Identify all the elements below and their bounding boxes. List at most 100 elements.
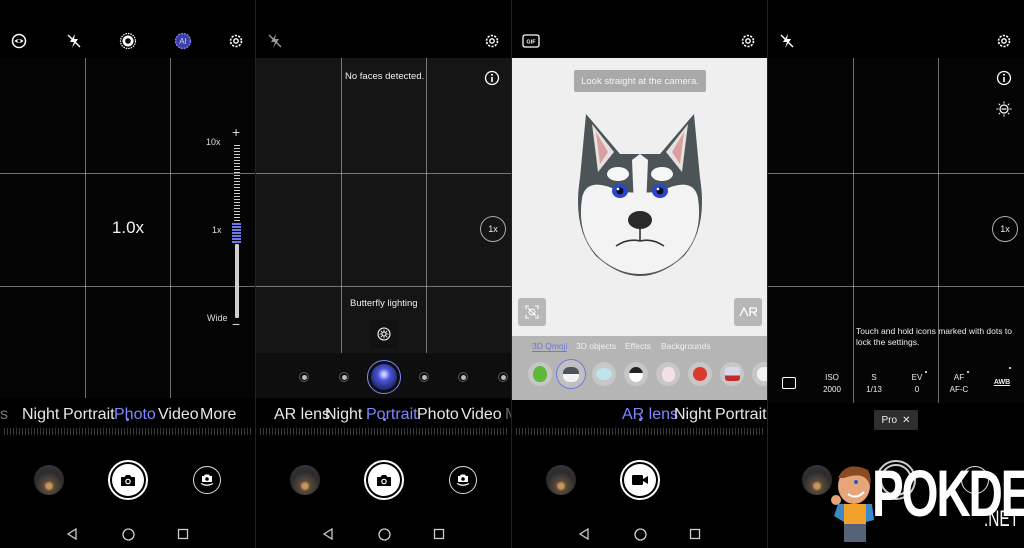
iso-setting[interactable]: ISO 2000 [812, 372, 852, 396]
grid-line [256, 286, 512, 287]
lock-dot [1009, 367, 1011, 369]
grid-line [341, 58, 342, 398]
grid-line [853, 58, 854, 403]
back-icon[interactable] [64, 526, 80, 542]
shutter-button[interactable] [364, 460, 404, 500]
close-icon[interactable]: ✕ [902, 415, 910, 426]
mode-item-ar-lens[interactable]: AR lens [274, 406, 330, 424]
info-icon[interactable] [481, 67, 503, 89]
lighting-option[interactable] [299, 372, 309, 382]
zoom-thumb[interactable] [232, 223, 241, 243]
lighting-option-selected[interactable] [367, 360, 401, 394]
aperture-icon[interactable] [117, 30, 139, 52]
mode-item[interactable]: s [0, 406, 8, 424]
mode-item-video[interactable]: Video [158, 406, 199, 424]
mode-ruler [4, 428, 252, 435]
ai-icon[interactable]: AI [172, 30, 194, 52]
husky-qmoji-avatar [578, 114, 702, 276]
mode-item-night[interactable]: Night [325, 406, 362, 424]
lighting-toggle-button[interactable] [370, 320, 398, 348]
ar-icon [739, 307, 757, 317]
back-icon[interactable] [576, 526, 592, 542]
ev-setting[interactable]: EV 0 [897, 372, 937, 396]
recents-icon[interactable] [175, 526, 191, 542]
face-detection-status: No faces detected. [345, 71, 425, 82]
metering-icon[interactable] [782, 377, 796, 389]
home-icon[interactable] [120, 526, 136, 542]
camera-icon [377, 474, 391, 486]
grid-line [0, 286, 256, 287]
af-label: AF [953, 373, 965, 382]
settings-icon[interactable] [481, 30, 503, 52]
qmoji-tomato[interactable] [688, 362, 712, 386]
mode-item-ar-lens[interactable]: AR lens [622, 406, 678, 424]
face-tracking-button[interactable] [518, 298, 546, 326]
gif-icon[interactable]: GIF [520, 30, 542, 52]
record-button[interactable] [620, 460, 660, 500]
flash-off-icon[interactable] [264, 30, 286, 52]
gallery-thumbnail[interactable] [34, 465, 64, 495]
back-icon[interactable] [320, 526, 336, 542]
ar-mode-button[interactable] [734, 298, 762, 326]
shutter-button[interactable] [108, 460, 148, 500]
info-icon[interactable] [993, 67, 1015, 89]
recents-icon[interactable] [431, 526, 447, 542]
tab-backgrounds[interactable]: Backgrounds [661, 341, 711, 351]
mode-item-night[interactable]: Night [22, 406, 59, 424]
qmoji-dinosaur[interactable] [528, 362, 552, 386]
grid-line [768, 286, 1024, 287]
home-icon[interactable] [376, 526, 392, 542]
motion-photo-icon[interactable] [8, 30, 30, 52]
settings-icon[interactable] [993, 30, 1015, 52]
switch-camera-button[interactable] [193, 466, 221, 494]
zoom-toggle-button[interactable]: 1x [992, 216, 1018, 242]
mode-item-portrait[interactable]: Portrait [366, 406, 418, 424]
mode-item-photo[interactable]: Photo [417, 406, 459, 424]
settings-icon[interactable] [737, 30, 759, 52]
lighting-effect-label: Butterfly lighting [350, 298, 418, 309]
shutter-speed-setting[interactable]: S 1/13 [854, 372, 894, 396]
zoom-track [235, 244, 239, 318]
mode-item-photo[interactable]: Photo [114, 406, 156, 424]
lighting-option[interactable] [498, 372, 508, 382]
pokde-watermark: POKDE .NET [826, 448, 1024, 548]
switch-camera-button[interactable] [449, 466, 477, 494]
mode-item-more[interactable]: More [200, 406, 236, 424]
grid-line [0, 173, 256, 174]
af-setting[interactable]: AF AF-C [939, 372, 979, 396]
lighting-option[interactable] [419, 372, 429, 382]
viewfinder[interactable] [768, 58, 1024, 403]
qmoji-penguin[interactable] [624, 362, 648, 386]
flash-off-icon[interactable] [63, 30, 85, 52]
mode-item-night[interactable]: Night [674, 406, 711, 424]
zoom-out-button[interactable]: − [232, 316, 240, 332]
top-bar: GIF [512, 0, 768, 58]
qmoji-robot[interactable] [720, 362, 744, 386]
qmoji-husky[interactable] [556, 359, 586, 389]
ev-label: EV [911, 373, 923, 382]
mode-item-portrait[interactable]: Portrait [63, 406, 115, 424]
recents-icon[interactable] [687, 526, 703, 542]
grid-line [938, 58, 939, 403]
gallery-thumbnail[interactable] [290, 465, 320, 495]
mode-item-video[interactable]: Video [461, 406, 502, 424]
lighting-option[interactable] [339, 372, 349, 382]
mode-item-portrait[interactable]: Portrait [715, 406, 767, 424]
gallery-thumbnail[interactable] [546, 465, 576, 495]
pro-mode-chip[interactable]: Pro ✕ [874, 410, 918, 430]
lighting-option[interactable] [458, 372, 468, 382]
qmoji-bird[interactable] [592, 362, 616, 386]
zoom-in-button[interactable]: + [232, 124, 240, 140]
tab-3d-objects[interactable]: 3D objects [576, 341, 616, 351]
tab-3d-qmoji[interactable]: 3D Qmoji [532, 341, 568, 352]
flash-off-icon[interactable] [776, 30, 798, 52]
awb-setting[interactable]: AWB [982, 377, 1022, 389]
settings-icon[interactable] [225, 30, 247, 52]
tab-effects[interactable]: Effects [625, 341, 651, 351]
qmoji-rabbit[interactable] [656, 362, 680, 386]
svg-text:GIF: GIF [526, 40, 536, 46]
zoom-toggle-button[interactable]: 1x [480, 216, 506, 242]
home-icon[interactable] [632, 526, 648, 542]
lock-settings-hint: Touch and hold icons marked with dots to… [856, 326, 1012, 347]
brightness-icon[interactable] [993, 98, 1015, 120]
